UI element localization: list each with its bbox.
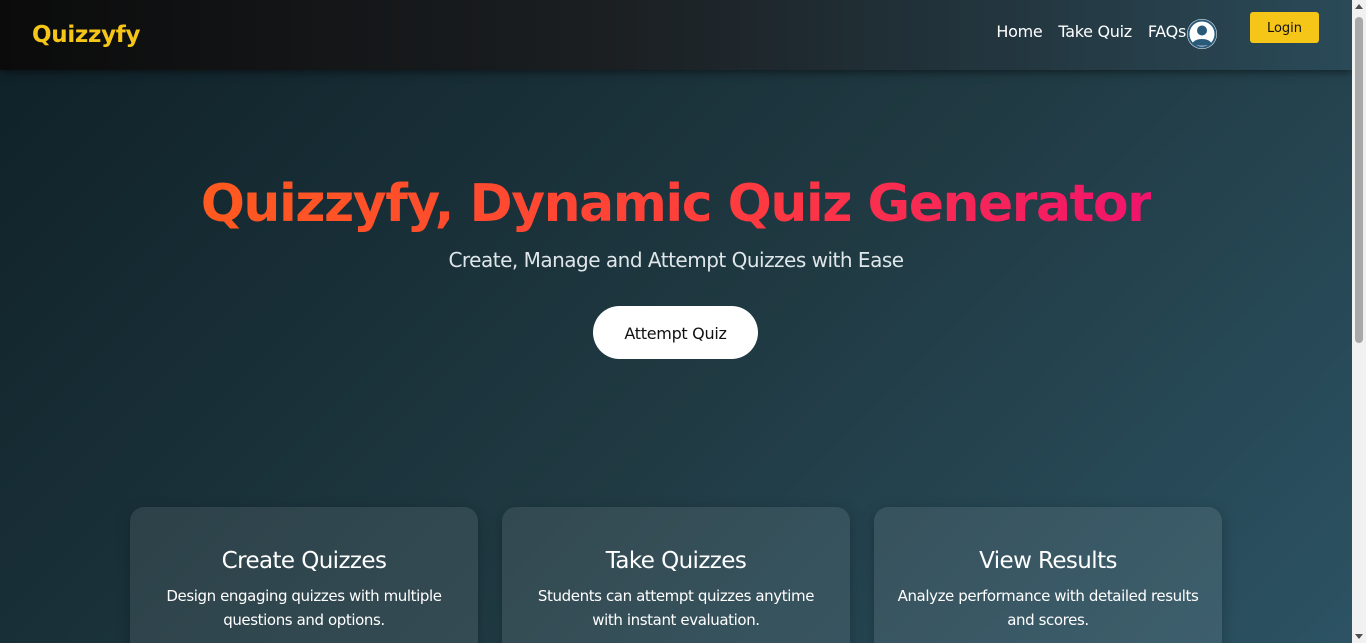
feature-card-description: Design engaging quizzes with multiple qu… xyxy=(166,587,442,629)
vertical-scrollbar[interactable] xyxy=(1352,0,1366,643)
user-avatar-icon[interactable] xyxy=(1187,19,1217,49)
feature-card-title: View Results xyxy=(979,548,1117,574)
feature-card-take: Take Quizzes Students can attempt quizze… xyxy=(502,507,850,643)
nav-link-home[interactable]: Home xyxy=(996,21,1042,43)
attempt-quiz-button[interactable]: Attempt Quiz xyxy=(593,306,758,359)
feature-card-create: Create Quizzes Design engaging quizzes w… xyxy=(130,507,478,643)
nav-links: Home Take Quiz FAQs xyxy=(996,21,1186,43)
feature-card-results: View Results Analyze performance with de… xyxy=(874,507,1222,643)
nav-link-take-quiz[interactable]: Take Quiz xyxy=(1058,21,1132,43)
login-button[interactable]: Login xyxy=(1250,12,1319,43)
scroll-down-arrow-icon[interactable] xyxy=(1355,634,1363,639)
scrollbar-thumb[interactable] xyxy=(1355,17,1363,343)
scroll-up-arrow-icon[interactable] xyxy=(1355,4,1363,9)
nav-link-faqs[interactable]: FAQs xyxy=(1148,21,1186,43)
page: Quizzyfy Home Take Quiz FAQs Login Quizz… xyxy=(0,0,1352,643)
brand-logo[interactable]: Quizzyfy xyxy=(32,20,140,50)
navbar: Quizzyfy Home Take Quiz FAQs Login xyxy=(0,0,1352,70)
feature-card-description: Analyze performance with detailed result… xyxy=(897,587,1199,629)
feature-card-title: Create Quizzes xyxy=(221,548,387,574)
hero-title: Quizzyfy, Dynamic Quiz Generator xyxy=(0,172,1352,236)
hero-subtitle: Create, Manage and Attempt Quizzes with … xyxy=(448,248,904,272)
feature-card-description: Students can attempt quizzes anytime wit… xyxy=(537,587,815,629)
hero-title-text: Quizzyfy, Dynamic Quiz Generator xyxy=(200,174,1153,234)
feature-card-title: Take Quizzes xyxy=(605,548,747,574)
